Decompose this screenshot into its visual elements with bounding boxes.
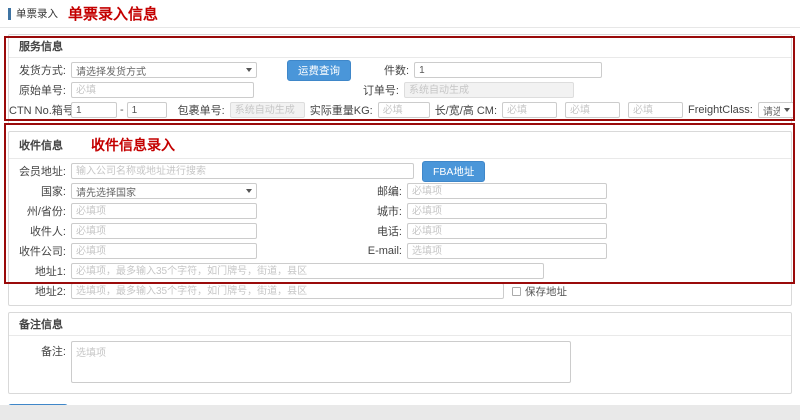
remarks-body: 备注:: [9, 336, 791, 393]
weight-input[interactable]: [378, 102, 430, 118]
remarks-row: 备注:: [9, 338, 785, 389]
order-no-input[interactable]: [404, 82, 574, 98]
address1-input[interactable]: [71, 263, 544, 279]
recipient-row-address2: 地址2: 保存地址: [9, 281, 785, 301]
country-select[interactable]: 请先选择国家: [71, 183, 257, 199]
freight-class-label: FreightClass:: [683, 104, 758, 116]
weight-label: 实际重量KG:: [305, 102, 378, 118]
recipient-row-address1: 地址1:: [9, 261, 785, 281]
recipient-info-header: 收件信息 收件信息录入: [9, 132, 791, 159]
shipping-method-label: 发货方式:: [9, 62, 71, 78]
footer-bar: [0, 405, 800, 420]
service-info-title: 服务信息: [19, 38, 63, 54]
country-value: 请先选择国家: [76, 184, 136, 199]
shipping-method-value: 请选择发货方式: [76, 63, 146, 78]
member-address-label: 会员地址:: [9, 163, 71, 179]
service-info-header: 服务信息: [9, 35, 791, 58]
height-input[interactable]: [628, 102, 683, 118]
city-label: 城市:: [257, 203, 407, 219]
company-label: 收件公司:: [9, 243, 71, 259]
state-label: 州/省份:: [9, 203, 71, 219]
width-input[interactable]: [565, 102, 620, 118]
package-no-label: 包裹单号:: [173, 102, 230, 118]
original-no-label: 原始单号:: [9, 82, 71, 98]
breadcrumb[interactable]: 单票录入: [16, 6, 58, 21]
page: 单票录入 单票录入信息 服务信息 发货方式: 请选择发货方式 运费查询 件数: …: [0, 0, 800, 420]
order-no-label: 订单号:: [254, 82, 404, 98]
package-no-input: [230, 102, 305, 118]
save-address-checkbox[interactable]: [512, 287, 521, 296]
fba-address-button[interactable]: FBA地址: [422, 161, 485, 182]
recipient-row-company-email: 收件公司: E-mail:: [9, 241, 785, 261]
ctn-no-label: CTN No.箱号:: [9, 102, 71, 118]
email-label: E-mail:: [257, 245, 407, 257]
save-address-label: 保存地址: [525, 284, 567, 299]
ctn-separator: -: [117, 104, 127, 116]
recipient-name-input[interactable]: [71, 223, 257, 239]
chevron-down-icon: [246, 68, 252, 72]
country-label: 国家:: [9, 183, 71, 199]
zip-label: 邮编:: [257, 183, 407, 199]
shipping-method-select[interactable]: 请选择发货方式: [71, 62, 257, 78]
service-row-carton: CTN No.箱号: - 包裹单号: 实际重量KG: 长/宽/高 CM: Fre…: [9, 100, 785, 120]
member-address-input[interactable]: [71, 163, 414, 179]
breadcrumb-marker: [8, 8, 11, 20]
phone-input[interactable]: [407, 223, 607, 239]
service-row-numbers: 原始单号: 订单号:: [9, 80, 785, 100]
remarks-section: 备注信息 备注:: [8, 312, 792, 394]
recipient-row-person-phone: 收件人: 电话:: [9, 221, 785, 241]
service-info-section: 服务信息 发货方式: 请选择发货方式 运费查询 件数: 原始单号: 订单号:: [8, 34, 792, 125]
annotation-recipient-entry: 收件信息录入: [91, 135, 175, 155]
zip-input[interactable]: [407, 183, 607, 199]
state-input[interactable]: [71, 203, 257, 219]
remark-label: 备注:: [9, 341, 71, 359]
service-row-shipping: 发货方式: 请选择发货方式 运费查询 件数:: [9, 60, 785, 80]
address1-label: 地址1:: [9, 263, 71, 279]
city-input[interactable]: [407, 203, 607, 219]
freight-class-select[interactable]: 请选择: [758, 102, 795, 118]
qty-input[interactable]: [414, 62, 602, 78]
remarks-title: 备注信息: [19, 316, 63, 332]
ctn-to-input[interactable]: [127, 102, 167, 118]
chevron-down-icon: [784, 108, 790, 112]
recipient-info-body: 会员地址: FBA地址 国家: 请先选择国家 邮编: 州/省份: 城市:: [9, 159, 791, 305]
address2-label: 地址2:: [9, 283, 71, 299]
service-info-body: 发货方式: 请选择发货方式 运费查询 件数: 原始单号: 订单号: CTN No…: [9, 58, 791, 124]
ctn-from-input[interactable]: [71, 102, 117, 118]
recipient-row-member-address: 会员地址: FBA地址: [9, 161, 785, 181]
topbar: 单票录入 单票录入信息: [0, 0, 800, 28]
remarks-header: 备注信息: [9, 313, 791, 336]
recipient-name-label: 收件人:: [9, 223, 71, 239]
phone-label: 电话:: [257, 223, 407, 239]
original-no-input[interactable]: [71, 82, 254, 98]
qty-label: 件数:: [379, 62, 414, 78]
length-input[interactable]: [502, 102, 557, 118]
freight-class-value: 请选择: [763, 103, 780, 118]
dims-label: 长/宽/高 CM:: [430, 102, 502, 118]
recipient-row-state-city: 州/省份: 城市:: [9, 201, 785, 221]
freight-query-button[interactable]: 运费查询: [287, 60, 351, 81]
recipient-info-title: 收件信息: [19, 137, 63, 153]
chevron-down-icon: [246, 189, 252, 193]
remark-textarea[interactable]: [71, 341, 571, 383]
recipient-info-section: 收件信息 收件信息录入 会员地址: FBA地址 国家: 请先选择国家 邮编: 州…: [8, 131, 792, 306]
annotation-page-title: 单票录入信息: [68, 3, 158, 24]
company-input[interactable]: [71, 243, 257, 259]
recipient-row-country: 国家: 请先选择国家 邮编:: [9, 181, 785, 201]
address2-input[interactable]: [71, 283, 504, 299]
email-input[interactable]: [407, 243, 607, 259]
